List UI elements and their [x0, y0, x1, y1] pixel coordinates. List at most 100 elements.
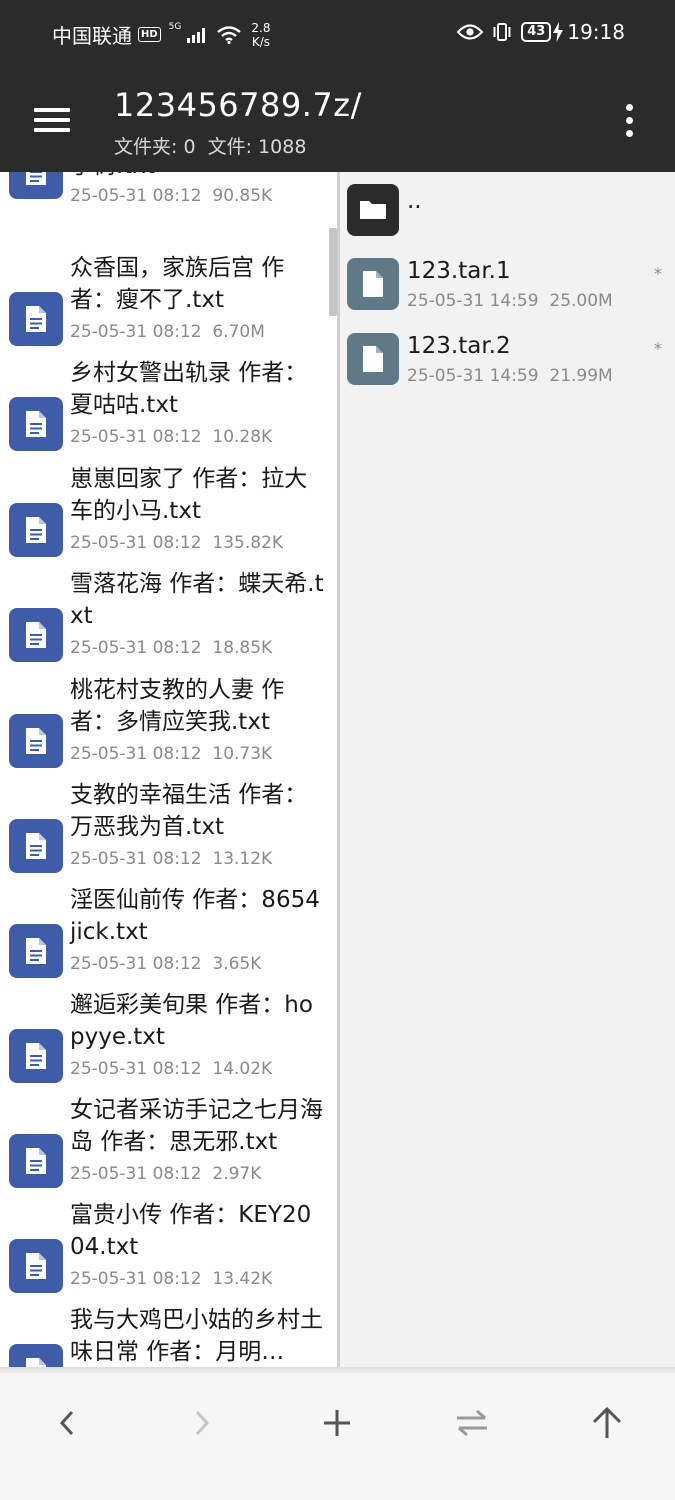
- clock: 19:18: [567, 20, 625, 44]
- forward-icon[interactable]: [172, 1403, 232, 1443]
- page-title: 123456789.7z/: [114, 86, 362, 124]
- file-meta: 25-05-31 08:12 6.70M: [70, 322, 265, 342]
- status-bar: 中国联通 HD 5G 2.8 K/s 43 19:18: [0, 0, 675, 70]
- file-row[interactable]: 支教的幸福生活 作者：万恶我为首.txt 25-05-31 08:12 13.12…: [0, 779, 329, 879]
- folder-file-count: 文件夹: 0 文件: 1088: [114, 136, 307, 158]
- eye-icon: [457, 24, 484, 40]
- file-row[interactable]: 崽崽回家了 作者：拉大车的小马.txt 25-05-31 08:12 135.82…: [0, 463, 329, 563]
- document-icon: [9, 924, 63, 978]
- file-date: 25-05-31 08:12: [70, 427, 202, 447]
- file-row[interactable]: 桃花村支教的人妻 作者：多情应笑我.txt 25-05-31 08:12 10.7…: [0, 674, 329, 774]
- file-date: 25-05-31 08:12: [70, 186, 202, 206]
- parent-folder-row[interactable]: ..: [340, 184, 675, 244]
- right-file-list[interactable]: .. 123.tar.1 25-05-31 14:59 25.00M * 123.ta…: [340, 172, 675, 1372]
- up-icon[interactable]: [577, 1403, 637, 1443]
- file-date: 25-05-31 08:12: [70, 638, 202, 658]
- hamburger-menu-icon[interactable]: [34, 106, 72, 134]
- file-meta: 25-05-31 08:12 90.85K: [70, 186, 272, 206]
- document-icon: [9, 1029, 63, 1083]
- file-size: 10.73K: [212, 744, 273, 764]
- battery-level: 43: [521, 22, 552, 42]
- document-icon: [9, 819, 63, 873]
- archive-file-date: 25-05-31 14:59: [407, 366, 539, 386]
- swap-icon[interactable]: [442, 1403, 502, 1443]
- file-date: 25-05-31 08:12: [70, 1269, 202, 1289]
- file-meta: 25-05-31 08:12 2.97K: [70, 1164, 261, 1184]
- file-row[interactable]: 富贵小传 作者：KEY2004.txt 25-05-31 08:12 13.42K: [0, 1199, 329, 1299]
- speed-value: 2.8: [251, 20, 271, 35]
- file-meta: 25-05-31 08:12 18.85K: [70, 638, 272, 658]
- wifi-icon: [217, 25, 242, 44]
- file-date: 25-05-31 08:12: [70, 322, 202, 342]
- document-icon: [9, 503, 63, 557]
- file-size: 90.85K: [212, 186, 273, 206]
- file-row[interactable]: 邂逅彩美旬果 作者：hopyye.txt 25-05-31 08:12 14.02…: [0, 989, 329, 1089]
- file-size: 3.65K: [212, 954, 262, 974]
- document-icon: [9, 714, 63, 768]
- network-type: 5G: [168, 21, 182, 32]
- file-name: 女记者采访手记之七月海岛 作者：思无邪.txt: [70, 1097, 323, 1155]
- file-row[interactable]: 淫医仙前传 作者：8654jick.txt 25-05-31 08:12 3.65…: [0, 884, 329, 984]
- selection-mark: *: [654, 339, 662, 358]
- file-row[interactable]: 乡村女警出轨录 作者：夏咕咕.txt 25-05-31 08:12 10.28K: [0, 357, 329, 457]
- file-name: 富贵小传 作者：KEY2004.txt: [70, 1202, 312, 1260]
- archive-file-row[interactable]: 123.tar.2 25-05-31 14:59 21.99M *: [340, 333, 675, 393]
- file-meta: 25-05-31 08:12 13.12K: [70, 849, 272, 869]
- file-meta: 25-05-31 08:12 10.73K: [70, 744, 272, 764]
- file-icon: [347, 333, 399, 385]
- file-size: 13.42K: [212, 1269, 273, 1289]
- file-meta: 25-05-31 08:12 3.65K: [70, 954, 261, 974]
- file-meta: 25-05-31 08:12 14.02K: [70, 1059, 272, 1079]
- document-icon: [9, 1134, 63, 1188]
- status-right: 43 19:18: [457, 20, 625, 44]
- file-name: 支教的幸福生活 作者：万恶我为首.txt: [70, 782, 308, 840]
- archive-file-date: 25-05-31 14:59: [407, 291, 539, 311]
- file-row[interactable]: 子树.txt 25-05-31 08:12 90.85K: [0, 172, 329, 257]
- file-date: 25-05-31 08:12: [70, 849, 202, 869]
- file-size: 13.12K: [212, 849, 273, 869]
- file-name: 雪落花海 作者：蝶天希.txt: [70, 571, 324, 629]
- file-size: 135.82K: [212, 533, 284, 553]
- file-size: 18.85K: [212, 638, 273, 658]
- file-name: 桃花村支教的人妻 作者：多情应笑我.txt: [70, 677, 285, 735]
- file-name: 众香国，家族后宫 作者：瘦不了.txt: [70, 255, 285, 313]
- file-row[interactable]: 女记者采访手记之七月海岛 作者：思无邪.txt 25-05-31 08:12 2.…: [0, 1094, 329, 1194]
- file-date: 25-05-31 08:12: [70, 1059, 202, 1079]
- charging-icon: [553, 22, 564, 42]
- carrier-name: 中国联通: [52, 24, 132, 48]
- scrollbar[interactable]: [329, 228, 337, 316]
- file-meta: 25-05-31 08:12 13.42K: [70, 1269, 272, 1289]
- file-row[interactable]: 我与大鸡巴小姑的乡村土味日常 作者：月明…25-05-31 08:12 9.36…: [0, 1304, 329, 1372]
- file-date: 25-05-31 08:12: [70, 954, 202, 974]
- file-name: 子树.txt: [70, 172, 325, 182]
- speed-unit: K/s: [251, 34, 270, 49]
- file-name: 崽崽回家了 作者：拉大车的小马.txt: [70, 466, 308, 524]
- file-size: 10.28K: [212, 427, 273, 447]
- archive-file-meta: 25-05-31 14:59 25.00M: [407, 291, 613, 311]
- document-icon: [9, 397, 63, 451]
- file-row[interactable]: 雪落花海 作者：蝶天希.txt 25-05-31 08:12 18.85K: [0, 568, 329, 668]
- file-size: 14.02K: [212, 1059, 273, 1079]
- hd-badge: HD: [138, 27, 161, 42]
- more-vertical-icon[interactable]: [622, 104, 638, 138]
- file-date: 25-05-31 08:12: [70, 1164, 202, 1184]
- status-left: 中国联通 HD 5G 2.8 K/s: [52, 20, 270, 49]
- file-meta: 25-05-31 08:12 10.28K: [70, 427, 272, 447]
- archive-file-meta: 25-05-31 14:59 21.99M: [407, 366, 613, 386]
- back-icon[interactable]: [37, 1403, 97, 1443]
- add-icon[interactable]: [307, 1403, 367, 1443]
- file-date: 25-05-31 08:12: [70, 533, 202, 553]
- file-name: 我与大鸡巴小姑的乡村土味日常 作者：月明…: [70, 1307, 323, 1365]
- file-row[interactable]: 众香国，家族后宫 作者：瘦不了.txt 25-05-31 08:12 6.70M: [0, 252, 329, 352]
- file-name: 淫医仙前传 作者：8654jick.txt: [70, 887, 320, 945]
- document-icon: [9, 608, 63, 662]
- left-file-list[interactable]: 子树.txt 25-05-31 08:12 90.85K 众香国，家族后宫 作者：瘦…: [0, 172, 337, 1372]
- file-date: 25-05-31 08:12: [70, 744, 202, 764]
- file-size: 6.70M: [212, 322, 265, 342]
- network-speed: 2.8 K/s: [251, 21, 270, 49]
- file-name: 乡村女警出轨录 作者：夏咕咕.txt: [70, 360, 308, 418]
- archive-file-row[interactable]: 123.tar.1 25-05-31 14:59 25.00M *: [340, 258, 675, 318]
- file-meta: 25-05-31 08:12 135.82K: [70, 533, 283, 553]
- folder-icon: [347, 184, 399, 236]
- bottom-toolbar: [0, 1373, 675, 1500]
